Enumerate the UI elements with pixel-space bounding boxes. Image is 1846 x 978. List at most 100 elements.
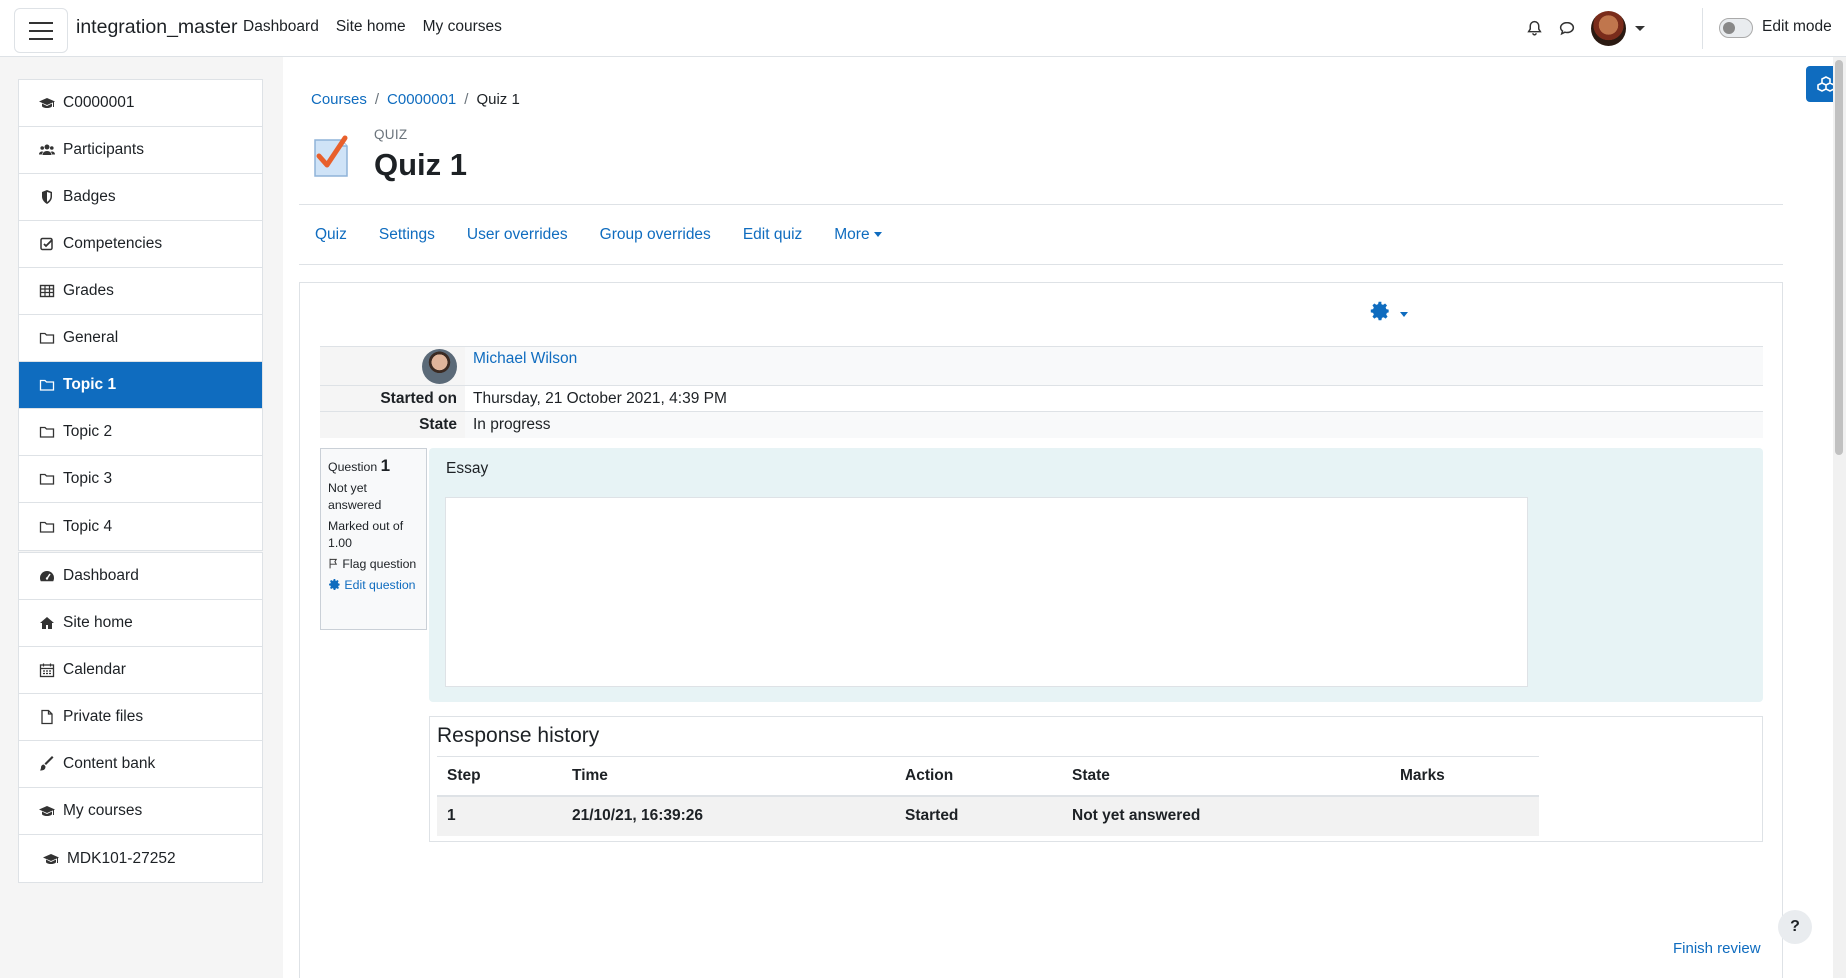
finish-review-link[interactable]: Finish review bbox=[1673, 940, 1761, 957]
sidebar-item-label: Topic 1 bbox=[63, 376, 117, 393]
flag-icon bbox=[329, 558, 338, 569]
graduation-cap-icon bbox=[39, 98, 55, 108]
essay-response-area[interactable] bbox=[445, 497, 1528, 687]
nav-site-home[interactable]: Site home bbox=[336, 18, 406, 36]
page-title: Quiz 1 bbox=[374, 147, 468, 182]
sidebar-item-label: Content bank bbox=[63, 755, 156, 772]
site-name[interactable]: integration_master bbox=[76, 16, 238, 39]
sidebar-item-label: Badges bbox=[63, 188, 116, 205]
response-history-panel: Response history Step Time Action State … bbox=[429, 716, 1763, 842]
question-text: Essay bbox=[446, 460, 489, 477]
users-icon bbox=[39, 144, 55, 155]
user-avatar[interactable] bbox=[422, 349, 457, 384]
state-label: State bbox=[320, 411, 465, 438]
column-header-state: State bbox=[1062, 756, 1390, 797]
tab-quiz[interactable]: Quiz bbox=[299, 226, 363, 244]
graduation-cap-icon bbox=[43, 853, 59, 864]
sidebar-item-label: Site home bbox=[63, 614, 133, 631]
tab-more[interactable]: More bbox=[818, 226, 897, 244]
folder-icon bbox=[39, 379, 55, 391]
folder-icon bbox=[39, 473, 55, 485]
help-button[interactable]: ? bbox=[1778, 910, 1812, 944]
sidebar-item-mdk101[interactable]: MDK101-27252 bbox=[19, 835, 262, 882]
question-content: Essay bbox=[429, 448, 1763, 702]
site-nav-group: Dashboard Site home Calendar Private fil… bbox=[18, 552, 263, 883]
nav-dashboard[interactable]: Dashboard bbox=[243, 18, 319, 36]
bell-icon[interactable] bbox=[1526, 20, 1543, 37]
user-profile-link[interactable]: Michael Wilson bbox=[473, 350, 577, 367]
navbar-divider bbox=[1702, 8, 1703, 49]
sidebar-item-label: Calendar bbox=[63, 661, 126, 678]
folder-icon bbox=[39, 332, 55, 344]
sidebar-item-label: Participants bbox=[63, 141, 144, 158]
table-row: 1 21/10/21, 16:39:26 Started Not yet ans… bbox=[437, 795, 1539, 836]
sidebar-item-label: Topic 2 bbox=[63, 423, 113, 440]
edit-question-label: Edit question bbox=[344, 578, 416, 592]
check-square-icon bbox=[40, 237, 53, 251]
response-history-title: Response history bbox=[437, 724, 600, 747]
sidebar-item-label: Private files bbox=[63, 708, 144, 725]
primary-navigation: Dashboard Site home My courses bbox=[243, 18, 502, 36]
sidebar-item-participants[interactable]: Participants bbox=[19, 127, 262, 174]
chevron-down-icon[interactable] bbox=[1635, 26, 1645, 31]
sidebar-item-my-courses[interactable]: My courses bbox=[19, 788, 262, 835]
cell-state: Not yet answered bbox=[1062, 795, 1390, 836]
attempt-summary-table: Michael Wilson Started on Thursday, 21 O… bbox=[320, 346, 1763, 438]
sidebar-item-dashboard[interactable]: Dashboard bbox=[19, 553, 262, 600]
cell-action: Started bbox=[895, 795, 1062, 836]
sidebar-item-topic-4[interactable]: Topic 4 bbox=[19, 503, 262, 550]
sidebar-item-private-files[interactable]: Private files bbox=[19, 694, 262, 741]
sidebar-item-calendar[interactable]: Calendar bbox=[19, 647, 262, 694]
course-index-drawer: C0000001 Participants Badges Competencie… bbox=[0, 57, 283, 978]
quiz-review-region: Michael Wilson Started on Thursday, 21 O… bbox=[299, 282, 1783, 978]
gear-icon[interactable] bbox=[1369, 300, 1391, 322]
nav-my-courses[interactable]: My courses bbox=[423, 18, 502, 36]
state-value: In progress bbox=[465, 411, 1763, 438]
folder-icon bbox=[39, 426, 55, 438]
tab-group-overrides[interactable]: Group overrides bbox=[584, 226, 727, 244]
sidebar-item-label: My courses bbox=[63, 802, 143, 819]
column-header-action: Action bbox=[895, 756, 1062, 797]
sidebar-item-label: C0000001 bbox=[63, 94, 135, 111]
sidebar-item-competencies[interactable]: Competencies bbox=[19, 221, 262, 268]
breadcrumb-course[interactable]: C0000001 bbox=[387, 91, 456, 108]
sidebar-item-course[interactable]: C0000001 bbox=[19, 80, 262, 127]
column-header-step: Step bbox=[437, 756, 562, 797]
sidebar-item-topic-2[interactable]: Topic 2 bbox=[19, 409, 262, 456]
chevron-down-icon[interactable] bbox=[1400, 312, 1408, 317]
tab-settings[interactable]: Settings bbox=[363, 226, 451, 244]
user-avatar[interactable] bbox=[1591, 11, 1626, 46]
sidebar-item-site-home[interactable]: Site home bbox=[19, 600, 262, 647]
folder-icon bbox=[39, 521, 55, 533]
sidebar-item-label: Topic 4 bbox=[63, 517, 113, 535]
breadcrumb: Courses / C0000001 / Quiz 1 bbox=[311, 91, 520, 108]
tab-user-overrides[interactable]: User overrides bbox=[451, 226, 584, 244]
shield-icon bbox=[42, 190, 52, 204]
breadcrumb-courses[interactable]: Courses bbox=[311, 91, 367, 108]
sidebar-item-grades[interactable]: Grades bbox=[19, 268, 262, 315]
sidebar-item-label: General bbox=[63, 329, 119, 346]
sidebar-item-general[interactable]: General bbox=[19, 315, 262, 362]
gear-icon bbox=[329, 579, 340, 590]
drawer-toggle-button[interactable] bbox=[14, 8, 68, 53]
edit-mode-label: Edit mode bbox=[1762, 18, 1832, 35]
flag-question-button[interactable]: Flag question bbox=[328, 556, 419, 573]
sidebar-item-content-bank[interactable]: Content bank bbox=[19, 741, 262, 788]
secondary-navigation: Quiz Settings User overrides Group overr… bbox=[299, 204, 1783, 265]
cell-step: 1 bbox=[437, 795, 562, 836]
main-content: Courses / C0000001 / Quiz 1 QUIZ Quiz 1 … bbox=[283, 57, 1846, 978]
question-label: Question bbox=[328, 460, 378, 474]
edit-question-link[interactable]: Edit question bbox=[328, 577, 419, 594]
quiz-icon bbox=[314, 135, 348, 177]
sidebar-item-badges[interactable]: Badges bbox=[19, 174, 262, 221]
menu-icon bbox=[29, 21, 53, 24]
edit-mode-toggle[interactable] bbox=[1719, 18, 1753, 38]
scrollbar-thumb[interactable] bbox=[1835, 60, 1843, 455]
sidebar-item-topic-1[interactable]: Topic 1 bbox=[19, 362, 262, 409]
file-icon bbox=[41, 709, 53, 725]
sidebar-item-topic-3[interactable]: Topic 3 bbox=[19, 456, 262, 503]
tab-edit-quiz[interactable]: Edit quiz bbox=[727, 226, 818, 244]
user-picture-cell bbox=[320, 346, 465, 386]
sidebar-item-label: MDK101-27252 bbox=[67, 849, 176, 867]
chat-icon[interactable] bbox=[1558, 20, 1576, 37]
